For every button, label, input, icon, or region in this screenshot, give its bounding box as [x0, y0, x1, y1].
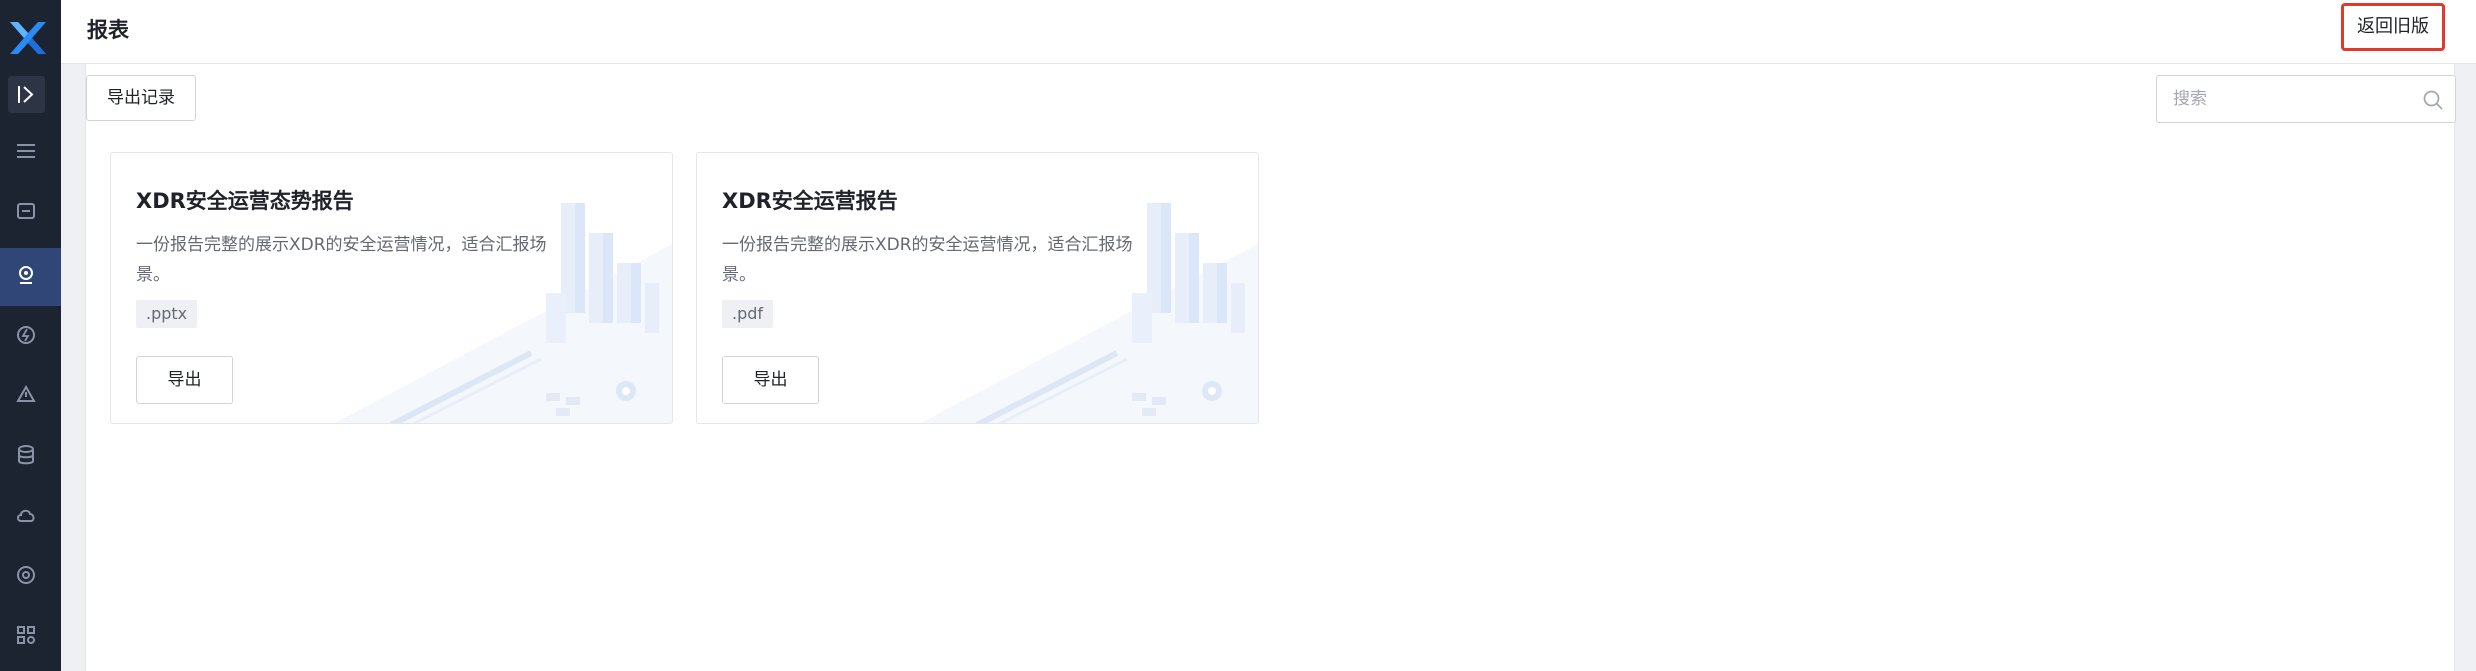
reports-panel: 导出记录 XDR安全运营态势报告 一份报告完整的展示XD	[85, 64, 2456, 671]
sidebar-toggle-button[interactable]	[8, 76, 45, 113]
format-badge: .pdf	[722, 300, 774, 328]
inbox-icon	[17, 203, 35, 219]
alert-icon	[16, 384, 36, 402]
card-title: XDR安全运营态势报告	[136, 189, 354, 213]
report-card: XDR安全运营报告 一份报告完整的展示XDR的安全运营情况，适合汇报场景。 .p…	[696, 152, 1259, 424]
export-button[interactable]: 导出	[136, 356, 233, 404]
location-icon	[19, 266, 33, 284]
sidebar-item-location[interactable]	[0, 248, 61, 306]
card-title: XDR安全运营报告	[722, 189, 898, 213]
search-icon[interactable]	[2422, 89, 2444, 111]
search-box	[2156, 75, 2456, 123]
export-button[interactable]: 导出	[722, 356, 819, 404]
sidebar-item-apps[interactable]	[0, 608, 61, 666]
sidebar-item-inbox[interactable]	[0, 184, 61, 242]
search-input[interactable]	[2157, 76, 2407, 122]
sidebar-item-menu[interactable]	[0, 124, 61, 182]
sidebar-item-alert[interactable]	[0, 368, 61, 426]
report-card: XDR安全运营态势报告 一份报告完整的展示XDR的安全运营情况，适合汇报场景。 …	[110, 152, 673, 424]
format-badge: .pptx	[136, 300, 198, 328]
target-icon	[17, 566, 35, 584]
sidebar-item-cloud[interactable]	[0, 488, 61, 546]
card-description: 一份报告完整的展示XDR的安全运营情况，适合汇报场景。	[136, 235, 547, 285]
return-old-version-button[interactable]: 返回旧版	[2341, 3, 2445, 51]
cloud-icon	[17, 509, 35, 522]
grid-settings-icon	[17, 626, 35, 644]
database-icon	[18, 445, 34, 465]
export-log-button[interactable]: 导出记录	[86, 75, 196, 121]
menu-icon	[17, 144, 35, 158]
page-title: 报表	[87, 18, 129, 42]
sidebar-item-database[interactable]	[0, 428, 61, 486]
sidebar	[0, 0, 61, 671]
card-description: 一份报告完整的展示XDR的安全运营情况，适合汇报场景。	[722, 235, 1133, 285]
sidebar-item-lightning[interactable]	[0, 308, 61, 366]
page-header: 报表 返回旧版	[61, 0, 2476, 64]
lightning-icon	[17, 326, 35, 344]
xdr-logo	[6, 16, 50, 60]
sidebar-item-target[interactable]	[0, 548, 61, 606]
